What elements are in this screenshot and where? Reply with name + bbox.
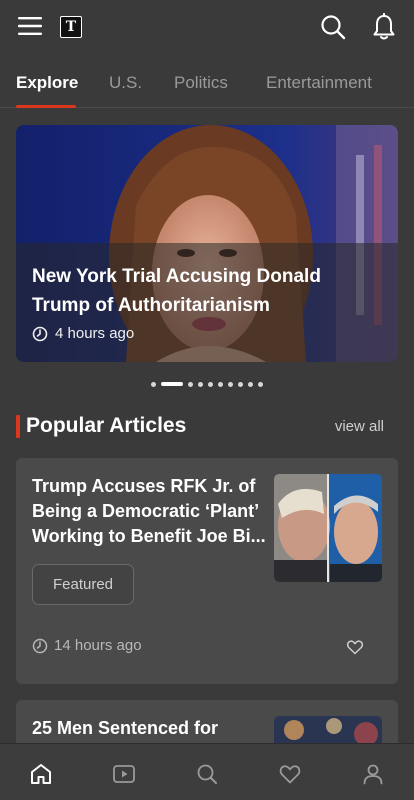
search-icon[interactable]: [195, 762, 219, 786]
view-all-link[interactable]: view all: [335, 418, 384, 435]
bell-icon[interactable]: [371, 13, 397, 41]
category-tabs: Explore U.S. Politics Entertainment: [0, 60, 414, 108]
logo-icon[interactable]: T: [60, 16, 82, 38]
section-accent-bar: [16, 415, 20, 438]
carousel-dot[interactable]: [161, 382, 183, 386]
bottom-navigation: [0, 743, 414, 800]
carousel-dot[interactable]: [228, 381, 233, 387]
video-icon[interactable]: [112, 762, 136, 786]
hero-card[interactable]: New York Trial Accusing Donald Trump of …: [16, 125, 398, 362]
popular-articles-header: Popular Articles view all: [16, 414, 398, 440]
carousel-dot[interactable]: [208, 381, 213, 387]
carousel-dot[interactable]: [238, 381, 243, 387]
home-icon[interactable]: [29, 762, 53, 786]
article-timestamp: 14 hours ago: [32, 637, 142, 654]
tab-politics[interactable]: Politics: [174, 73, 228, 93]
active-tab-indicator: [16, 105, 76, 108]
tab-entertainment[interactable]: Entertainment: [266, 73, 372, 93]
carousel-indicator: [0, 380, 414, 388]
clock-icon: [32, 638, 48, 653]
top-bar: T: [0, 0, 414, 56]
tab-us[interactable]: U.S.: [109, 73, 142, 93]
hero-timestamp: 4 hours ago: [32, 325, 134, 342]
carousel-dot[interactable]: [198, 381, 203, 387]
article-card[interactable]: Trump Accuses RFK Jr. of Being a Democra…: [16, 458, 398, 684]
profile-icon[interactable]: [361, 762, 385, 786]
carousel-dot[interactable]: [151, 381, 156, 387]
app-screen: T Explore U.S. Politics Entertainment Ne…: [0, 0, 414, 800]
carousel-dot[interactable]: [218, 381, 223, 387]
featured-badge[interactable]: Featured: [32, 564, 134, 605]
menu-icon[interactable]: [18, 16, 42, 36]
search-icon[interactable]: [320, 14, 346, 40]
hero-title[interactable]: New York Trial Accusing Donald Trump of …: [32, 262, 372, 320]
carousel-dot[interactable]: [248, 381, 253, 387]
heart-icon[interactable]: [278, 762, 302, 786]
article-title[interactable]: 25 Men Sentenced for: [32, 716, 266, 741]
article-time-text: 14 hours ago: [54, 637, 142, 654]
article-title[interactable]: Trump Accuses RFK Jr. of Being a Democra…: [32, 474, 266, 549]
clock-icon: [32, 326, 48, 341]
hero-time-text: 4 hours ago: [55, 325, 135, 342]
heart-icon[interactable]: [346, 638, 364, 656]
tab-explore[interactable]: Explore: [16, 73, 78, 93]
section-title: Popular Articles: [26, 414, 187, 437]
carousel-dot[interactable]: [258, 381, 263, 387]
carousel-dot[interactable]: [188, 381, 193, 387]
article-thumbnail: [274, 474, 382, 582]
